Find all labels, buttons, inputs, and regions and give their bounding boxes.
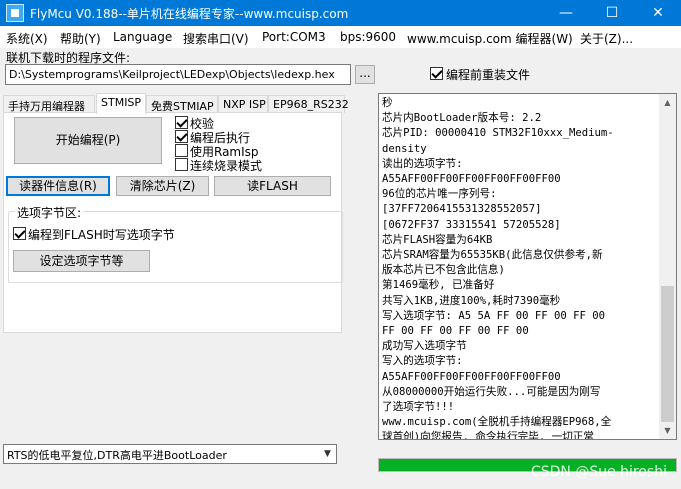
reload-checkbox[interactable] — [430, 67, 443, 80]
option-bytes-group: 选项字节区: 编程到FLASH时写选项字节 设定选项字节等 — [8, 204, 343, 283]
log-line: A55AFF00FF00FF00FF00FF00FF00 — [382, 370, 561, 383]
log-line: FF 00 FF 00 FF 00 FF 00 — [382, 325, 529, 338]
browse-button[interactable]: ... — [355, 65, 375, 84]
log-scrollbar[interactable]: ▲ ▼ — [659, 94, 676, 439]
log-line: 96位的芯片唯一序列号: — [382, 188, 497, 201]
menu-system[interactable]: 系统(X) — [6, 30, 48, 47]
menu-search-port[interactable]: 搜索串口(V) — [183, 30, 249, 47]
tab-stmiap[interactable]: 免费STMIAP — [146, 95, 218, 113]
scroll-thumb[interactable] — [661, 286, 674, 422]
log-line: 成功写入选项字节 — [382, 340, 467, 353]
tab-handheld[interactable]: 手持万用编程器 — [3, 95, 95, 113]
window-title: FlyMcu V0.188--单片机在线编程专家--www.mcuisp.com — [30, 7, 349, 21]
run-after-checkbox[interactable] — [175, 130, 188, 143]
stmisp-panel: 开始编程(P) 校验 编程后执行 使用RamIsp 连续烧录模式 读器件信息(R… — [3, 112, 343, 333]
log-line: 芯片内BootLoader版本号: 2.2 — [382, 112, 542, 125]
file-path-field[interactable]: D:\Systemprograms\Keilproject\LEDexp\Obj… — [5, 64, 351, 85]
log-line: 共写入1KB,进度100%,耗时7390毫秒 — [382, 294, 561, 307]
verify-checkbox[interactable] — [175, 116, 188, 129]
log-line: 版本芯片已不包含此信息) — [382, 264, 505, 277]
continuous-label: 连续烧录模式 — [190, 159, 263, 173]
start-program-button[interactable]: 开始编程(P) — [14, 117, 162, 164]
reset-mode-value: RTS的低电平复位,DTR高电平进BootLoader — [7, 449, 227, 462]
tab-nxp-isp[interactable]: NXP ISP — [218, 95, 268, 113]
write-option-bytes-checkbox[interactable] — [13, 227, 26, 240]
chevron-down-icon[interactable]: ▼ — [319, 445, 336, 463]
title-bar: FlyMcu V0.188--单片机在线编程专家--www.mcuisp.com… — [0, 0, 681, 26]
write-option-bytes-label: 编程到FLASH时写选项字节 — [28, 228, 175, 242]
continuous-checkbox[interactable] — [175, 158, 188, 171]
tab-ep968[interactable]: EP968_RS232 — [268, 95, 349, 113]
reset-mode-select[interactable]: RTS的低电平复位,DTR高电平进BootLoader ▼ — [3, 444, 337, 464]
menu-about[interactable]: 关于(Z)... — [580, 30, 633, 47]
menu-bps[interactable]: bps:9600 — [340, 30, 396, 44]
log-line: 写入选项字节: A5 5A FF 00 FF 00 FF 00 — [382, 309, 606, 322]
log-line: [0672FF37 33315541 57205528] — [382, 218, 561, 231]
menu-language[interactable]: Language — [113, 30, 172, 44]
log-line: 写入的选项字节: — [382, 355, 463, 368]
ramisp-checkbox[interactable] — [175, 144, 188, 157]
erase-chip-button[interactable]: 清除芯片(Z) — [116, 176, 209, 196]
log-line: 了选项字节!!! — [382, 401, 455, 414]
menu-programmer[interactable]: www.mcuisp.com 编程器(W) — [407, 30, 573, 47]
log-line: 读出的选项字节: — [382, 157, 463, 170]
log-output[interactable]: 秒芯片内BootLoader版本号: 2.2 芯片PID: 00000410 ST… — [378, 93, 677, 440]
watermark: CSDN @Sue hiroshi — [530, 464, 667, 480]
read-flash-button[interactable]: 读FLASH — [214, 176, 331, 196]
minimize-button[interactable]: — — [543, 0, 589, 26]
scroll-up-icon[interactable]: ▲ — [659, 94, 676, 111]
log-line: A55AFF00FF00FF00FF00FF00FF00 — [382, 173, 561, 186]
close-button[interactable]: ✕ — [635, 0, 681, 26]
log-line: www.mcuisp.com(全脱机手持编程器EP968,全 — [382, 416, 612, 429]
log-line: 芯片SRAM容量为65535KB(此信息仅供参考,新 — [382, 249, 603, 262]
app-icon — [6, 4, 24, 22]
read-device-info-button[interactable]: 读器件信息(R) — [6, 176, 110, 196]
scroll-down-icon[interactable]: ▼ — [659, 422, 676, 439]
log-line: density — [382, 142, 427, 155]
maximize-button[interactable]: ☐ — [589, 0, 635, 26]
log-line: 芯片PID: 00000410 STM32F10xxx_Medium- — [382, 127, 614, 140]
menu-bar: 系统(X) 帮助(Y) Language 搜索串口(V) Port:COM3 b… — [0, 26, 681, 48]
reload-label: 编程前重装文件 — [446, 68, 531, 82]
menu-help[interactable]: 帮助(Y) — [60, 30, 101, 47]
option-bytes-title: 选项字节区: — [15, 204, 84, 221]
main-panel: 联机下载时的程序文件: D:\Systemprograms\Keilprojec… — [0, 48, 681, 489]
log-line: 第1469毫秒, 已准备好 — [382, 279, 495, 292]
tab-stmisp[interactable]: STMISP — [96, 93, 146, 114]
log-lines: 秒芯片内BootLoader版本号: 2.2 芯片PID: 00000410 ST… — [382, 96, 660, 440]
log-line: 球首创)向您报告, 命令执行完毕, 一切正常 — [382, 431, 594, 440]
log-line: 芯片FLASH容量为64KB — [382, 233, 493, 246]
log-line: 从08000000开始运行失败...可能是因为刚写 — [382, 385, 601, 398]
log-line: [37FF7206415531328552057] — [382, 203, 542, 216]
log-line: 秒 — [382, 97, 393, 109]
set-option-bytes-button[interactable]: 设定选项字节等 — [13, 250, 150, 272]
menu-port[interactable]: Port:COM3 — [262, 30, 326, 44]
